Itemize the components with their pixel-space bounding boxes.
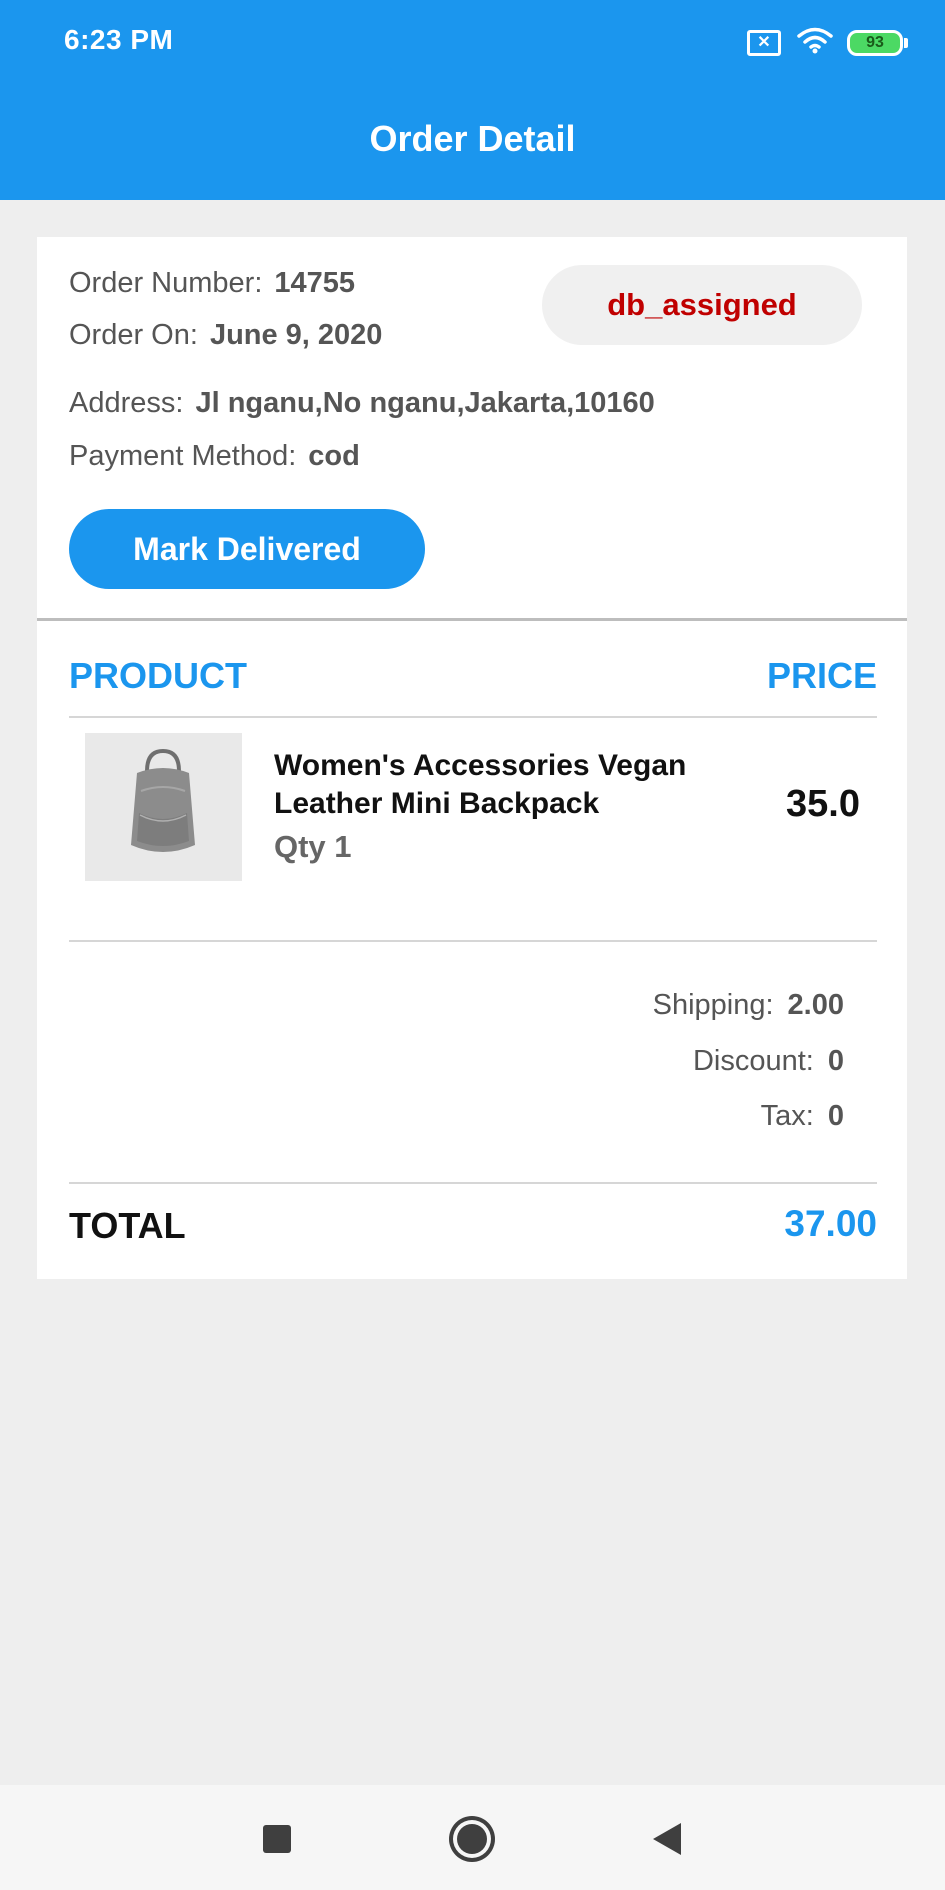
address-row: Address: Jl nganu,No nganu,Jakarta,10160 xyxy=(69,387,655,420)
back-triangle-icon xyxy=(653,1823,681,1855)
recents-button[interactable] xyxy=(247,1809,307,1869)
discount-value: 0 xyxy=(827,1045,844,1077)
discount-row: Discount: 0 xyxy=(693,1045,844,1078)
navigation-bar xyxy=(0,1785,945,1890)
shipping-row: Shipping: 2.00 xyxy=(653,989,844,1022)
tax-row: Tax: 0 xyxy=(761,1100,844,1133)
items-divider xyxy=(69,940,877,942)
address-label: Address: xyxy=(69,387,184,419)
product-column-header: PRODUCT xyxy=(69,655,247,696)
shipping-label: Shipping: xyxy=(652,989,774,1021)
backpack-icon xyxy=(131,748,195,852)
mark-delivered-button[interactable]: Mark Delivered xyxy=(69,509,425,589)
section-divider xyxy=(37,618,907,621)
price-column-header: PRICE xyxy=(766,655,877,696)
back-button[interactable] xyxy=(637,1809,697,1869)
status-time: 6:23 PM xyxy=(64,24,174,55)
status-icons: ✕ 93 xyxy=(747,26,908,59)
total-label: TOTAL xyxy=(69,1205,186,1246)
product-qty: Qty 1 xyxy=(274,829,352,864)
address-value: Jl nganu,No nganu,Jakarta,10160 xyxy=(195,387,655,419)
order-date-row: Order On: June 9, 2020 xyxy=(69,319,382,352)
order-number-value: 14755 xyxy=(274,267,356,299)
order-date-value: June 9, 2020 xyxy=(209,319,383,351)
app-bar: 6:23 PM ✕ 93 Order Detail xyxy=(0,0,945,200)
payment-value: cod xyxy=(308,440,360,472)
order-number-label: Order Number: xyxy=(69,267,263,299)
total-value: 37.00 xyxy=(784,1203,877,1244)
home-button[interactable] xyxy=(442,1809,502,1869)
status-badge: db_assigned xyxy=(542,265,862,345)
shipping-value: 2.00 xyxy=(787,989,844,1021)
product-price: 35.0 xyxy=(786,783,860,825)
payment-label: Payment Method: xyxy=(69,440,297,472)
order-number-row: Order Number: 14755 xyxy=(69,267,355,300)
home-circle-icon xyxy=(457,1824,487,1854)
header-divider xyxy=(69,716,877,718)
payment-row: Payment Method: cod xyxy=(69,440,360,473)
wifi-icon xyxy=(797,26,833,59)
discount-label: Discount: xyxy=(692,1045,814,1077)
order-date-label: Order On: xyxy=(69,319,198,351)
battery-icon: 93 xyxy=(847,29,908,56)
recents-square-icon xyxy=(263,1825,291,1853)
product-image xyxy=(85,733,242,881)
order-card: Order Number: 14755 Order On: June 9, 2020… xyxy=(37,237,907,1279)
sim-card-x-icon: ✕ xyxy=(747,29,781,56)
summary-divider xyxy=(69,1182,877,1184)
tax-value: 0 xyxy=(827,1100,844,1132)
tax-label: Tax: xyxy=(760,1100,814,1132)
page-title: Order Detail xyxy=(369,118,576,159)
product-name: Women's Accessories Vegan Leather Mini B… xyxy=(274,749,687,820)
